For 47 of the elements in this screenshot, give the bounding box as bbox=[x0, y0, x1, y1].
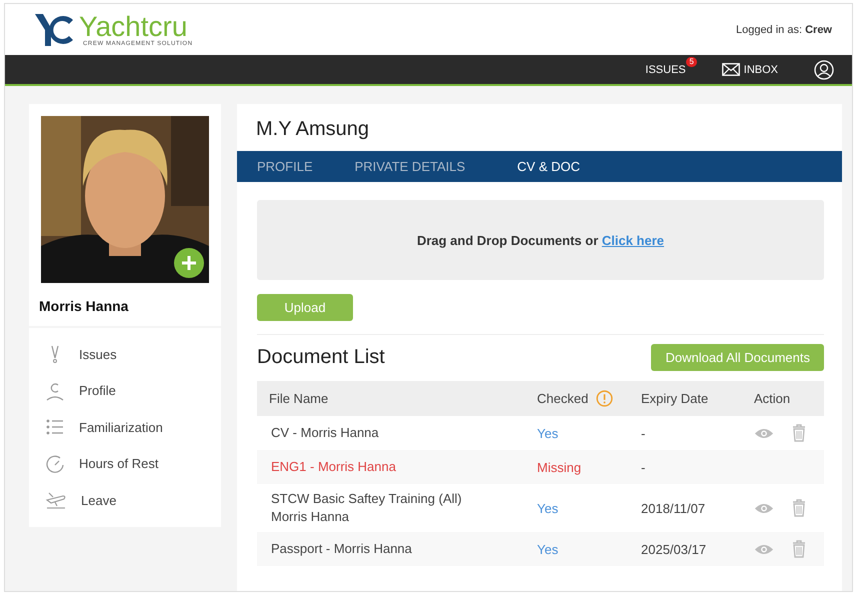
column-header: Action bbox=[754, 391, 790, 406]
list-icon bbox=[45, 417, 65, 438]
plus-icon bbox=[181, 255, 197, 271]
file-name: Passport - Morris Hanna bbox=[270, 540, 412, 558]
expiry-date: - bbox=[641, 426, 646, 440]
trash-icon[interactable] bbox=[792, 424, 806, 442]
file-name: STCW Basic Saftey Training (All) Morris Hanna bbox=[270, 490, 462, 526]
tab[interactable]: PRIVATE DETAILS bbox=[354, 159, 466, 174]
expiry-date: 2025/03/17 bbox=[641, 542, 706, 556]
crew-name: Morris Hanna bbox=[39, 297, 130, 316]
view-icon[interactable] bbox=[754, 542, 774, 556]
expiry-date: - bbox=[641, 460, 646, 474]
sidebar-item[interactable]: Profile bbox=[45, 372, 205, 409]
airplane-icon bbox=[45, 490, 67, 510]
logo-name: Yachtcru bbox=[79, 12, 188, 40]
file-name: CV - Morris Hanna bbox=[270, 424, 379, 442]
person-icon bbox=[45, 380, 65, 401]
count-badge: 5 bbox=[686, 56, 697, 66]
account-icon[interactable] bbox=[814, 60, 834, 80]
logged-in-text: Logged in as: Crew bbox=[736, 24, 832, 36]
inbox-link[interactable]: INBOX bbox=[722, 63, 778, 76]
tab[interactable]: CV & DOC bbox=[517, 159, 580, 174]
drop-instruction: Drag and Drop Documents or bbox=[416, 232, 598, 248]
checked-status: Yes bbox=[537, 542, 558, 556]
column-header: File Name bbox=[269, 391, 328, 406]
column-header: Expiry Date bbox=[641, 391, 708, 406]
checked-status: Yes bbox=[537, 426, 558, 440]
envelope-icon bbox=[722, 63, 740, 76]
section-title: Document List bbox=[257, 346, 385, 369]
sidebar-item[interactable]: Leave bbox=[45, 482, 205, 518]
expiry-date: 2018/11/07 bbox=[641, 500, 706, 516]
sidebar-item[interactable]: Issues bbox=[45, 336, 205, 372]
checked-status: Missing bbox=[537, 460, 582, 474]
tab[interactable]: PROFILE bbox=[257, 159, 313, 174]
file-name: ENG1 - Morris Hanna bbox=[270, 458, 396, 476]
trash-icon[interactable] bbox=[792, 540, 806, 558]
gauge-icon bbox=[45, 454, 65, 474]
view-icon[interactable] bbox=[754, 502, 774, 514]
issues-link[interactable]: ISSUES bbox=[645, 64, 686, 76]
drop-zone[interactable]: Drag and Drop Documents or Click here bbox=[257, 200, 824, 280]
sidebar-item[interactable]: Familiarization bbox=[45, 409, 205, 446]
trash-icon[interactable] bbox=[792, 499, 806, 517]
column-header: Checked bbox=[537, 391, 588, 406]
view-icon[interactable] bbox=[754, 426, 774, 440]
checked-status: Yes bbox=[537, 500, 558, 516]
sidebar-item[interactable]: Hours of Rest bbox=[45, 446, 205, 482]
vessel-title: M.Y Amsung bbox=[255, 117, 370, 142]
